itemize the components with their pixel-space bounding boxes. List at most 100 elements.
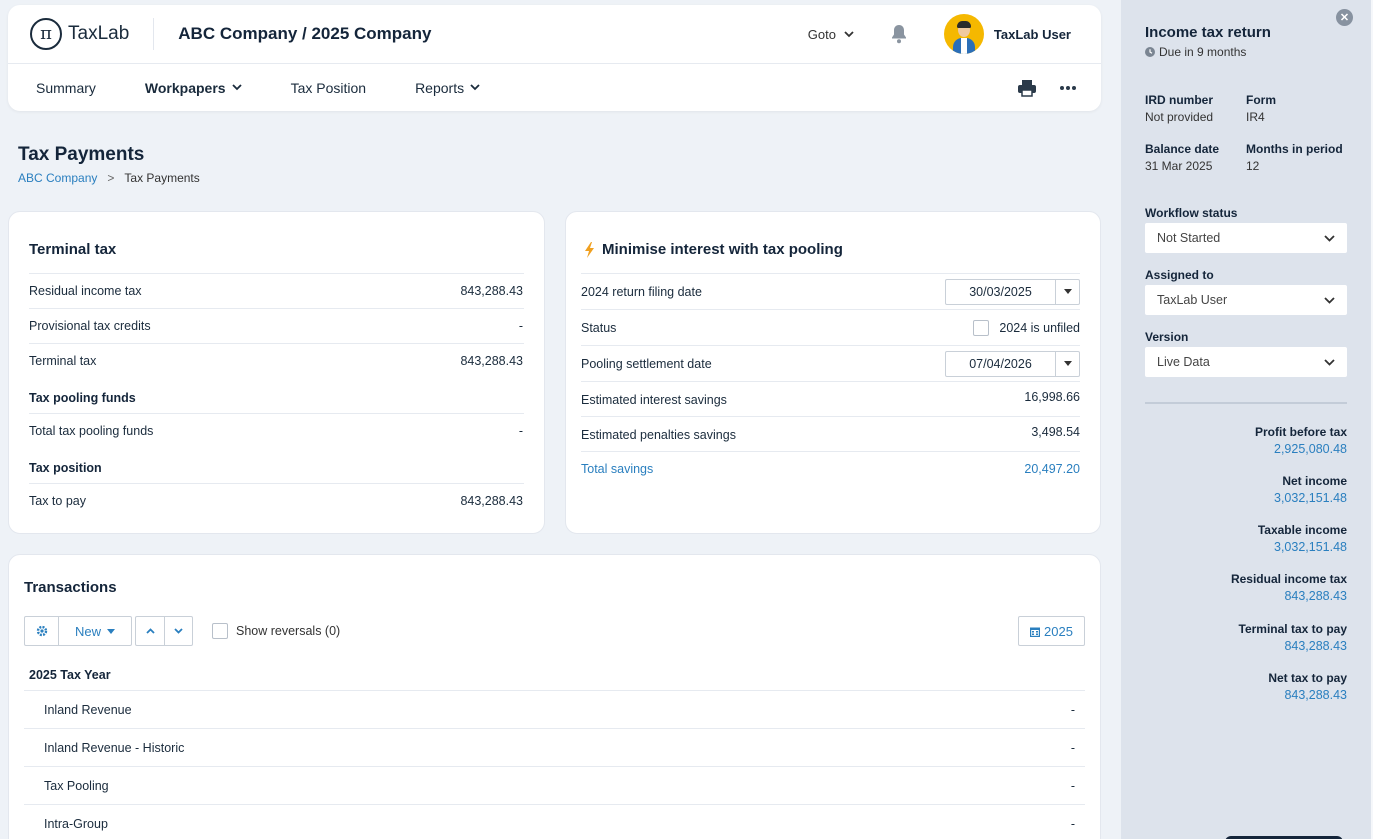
- version-label: Version: [1145, 330, 1189, 344]
- row-value: -: [1070, 740, 1075, 755]
- table-row[interactable]: Inland Revenue - Historic -: [24, 728, 1085, 766]
- row-value: -: [1070, 816, 1075, 831]
- metric-label: Profit before tax: [1254, 425, 1347, 439]
- ird-value: Not provided: [1145, 110, 1214, 124]
- logo-text: TaxLab: [68, 23, 130, 44]
- row-label: Inland Revenue: [44, 702, 132, 717]
- header-top-bar: π TaxLab ABC Company / 2025 Company Goto…: [8, 5, 1101, 64]
- nav-tax-position[interactable]: Tax Position: [291, 80, 366, 96]
- tax-year-button[interactable]: 2025: [1018, 616, 1085, 646]
- metric-value[interactable]: 3,032,151.48: [1145, 491, 1347, 505]
- breadcrumb-root-link[interactable]: ABC Company: [18, 171, 97, 185]
- due-indicator: Due in 9 months: [1145, 45, 1246, 59]
- workflow-label: Workflow status: [1145, 206, 1238, 220]
- nav-workpapers-label: Workpapers: [144, 79, 226, 96]
- calendar-icon: [1030, 627, 1041, 637]
- row-label: Total tax pooling funds: [29, 424, 154, 438]
- metric-taxable-income: Taxable income 3,032,151.48: [1145, 523, 1347, 572]
- row-value: -: [518, 424, 523, 438]
- metric-value[interactable]: 843,288.43: [1145, 688, 1347, 702]
- workflow-status-field: Workflow status Not Started: [1145, 206, 1347, 253]
- balance-date-field: Balance date 31 Mar 2025: [1145, 142, 1219, 173]
- user-name[interactable]: TaxLab User: [994, 27, 1071, 42]
- ird-label: IRD number: [1145, 93, 1214, 107]
- assigned-to-select[interactable]: TaxLab User: [1145, 285, 1347, 315]
- assigned-to-field: Assigned to TaxLab User: [1145, 268, 1347, 315]
- row-label: Tax Pooling: [44, 778, 109, 793]
- new-button-label: New: [74, 623, 101, 639]
- company-title: ABC Company / 2025 Company: [178, 24, 432, 43]
- move-up-button[interactable]: [136, 617, 164, 645]
- workflow-value: Not Started: [1157, 231, 1221, 245]
- chevron-down-icon: [844, 30, 854, 37]
- workflow-status-select[interactable]: Not Started: [1145, 223, 1347, 253]
- nav-reports[interactable]: Reports: [415, 80, 480, 96]
- caret-down-icon[interactable]: [1055, 351, 1079, 376]
- row-label: Tax to pay: [29, 494, 86, 508]
- unfiled-checkbox[interactable]: [973, 319, 990, 336]
- caret-down-icon[interactable]: [1055, 279, 1079, 304]
- table-row[interactable]: Tax Pooling -: [24, 766, 1085, 804]
- filing-date-label: 2024 return filing date: [581, 284, 702, 299]
- more-options-icon[interactable]: [1059, 85, 1077, 91]
- balance-date-value: 31 Mar 2025: [1145, 159, 1213, 173]
- new-transaction-button[interactable]: New: [58, 617, 131, 645]
- terminal-tax-title: Terminal tax: [29, 241, 117, 258]
- nav-summary[interactable]: Summary: [36, 80, 96, 96]
- settlement-date-row: Pooling settlement date 07/04/2026: [581, 345, 1080, 381]
- months-value: 12: [1246, 159, 1260, 173]
- caret-down-icon: [107, 628, 115, 634]
- form-label: Form: [1246, 93, 1276, 107]
- chevron-down-icon: [1324, 296, 1335, 304]
- move-down-button[interactable]: [164, 617, 192, 645]
- close-icon[interactable]: ✕: [1336, 9, 1353, 26]
- ird-number-field: IRD number Not provided: [1145, 93, 1213, 124]
- row-value: 843,288.43: [460, 494, 523, 508]
- table-row[interactable]: Intra-Group -: [24, 804, 1085, 839]
- taxlab-logo[interactable]: π TaxLab: [30, 18, 155, 50]
- metric-value[interactable]: 843,288.43: [1145, 639, 1347, 653]
- metric-profit-before-tax: Profit before tax 2,925,080.48: [1145, 425, 1347, 474]
- metric-net-tax-to-pay: Net tax to pay 843,288.43: [1145, 671, 1347, 720]
- interest-savings-label: Estimated interest savings: [581, 393, 727, 407]
- main-nav: Summary Workpapers Tax Position Reports: [8, 64, 1101, 111]
- tax-pooling-funds-heading: Tax pooling funds: [29, 391, 136, 405]
- tax-position-heading: Tax position: [29, 461, 102, 475]
- print-icon[interactable]: [1017, 79, 1037, 97]
- bell-icon[interactable]: [888, 23, 910, 45]
- row-label: Intra-Group: [44, 816, 108, 831]
- avatar[interactable]: [943, 14, 984, 54]
- goto-dropdown[interactable]: Goto: [808, 27, 854, 42]
- form-field: Form IR4: [1246, 93, 1276, 124]
- side-panel-title: Income tax return: [1145, 24, 1271, 41]
- chevron-up-icon: [145, 628, 155, 634]
- show-reversals-checkbox[interactable]: [212, 623, 228, 639]
- return-side-panel: ✕ Income tax return Due in 9 months IRD …: [1121, 0, 1371, 839]
- nav-workpapers[interactable]: Workpapers: [145, 80, 242, 96]
- assigned-label: Assigned to: [1145, 268, 1214, 282]
- table-row[interactable]: Inland Revenue -: [24, 690, 1085, 728]
- metric-label: Net income: [1282, 474, 1347, 488]
- terminal-row: Terminal tax 843,288.43: [29, 343, 524, 378]
- unfiled-checkbox-label: 2024 is unfiled: [999, 320, 1080, 335]
- metric-value[interactable]: 3,032,151.48: [1145, 540, 1347, 554]
- transactions-title: Transactions: [24, 579, 117, 596]
- settlement-date-input[interactable]: 07/04/2026: [945, 350, 1080, 377]
- metric-value[interactable]: 2,925,080.48: [1145, 442, 1347, 456]
- form-value: IR4: [1246, 110, 1265, 124]
- filing-date-input[interactable]: 30/03/2025: [945, 278, 1080, 305]
- total-savings-label[interactable]: Total savings: [581, 462, 653, 476]
- metric-value[interactable]: 843,288.43: [1145, 589, 1347, 603]
- version-select[interactable]: Live Data: [1145, 347, 1347, 377]
- tax-pooling-card: Minimise interest with tax pooling 2024 …: [565, 211, 1101, 534]
- total-savings-row: Total savings 20,497.20: [581, 451, 1080, 486]
- months-label: Months in period: [1246, 142, 1343, 156]
- row-value: -: [1070, 702, 1075, 717]
- metric-label: Taxable income: [1257, 523, 1347, 537]
- penalties-savings-value: 3,498.54: [1031, 425, 1080, 439]
- nav-reports-label: Reports: [415, 79, 465, 96]
- sort-button-group: [135, 616, 193, 646]
- settings-gear-icon[interactable]: [25, 617, 58, 645]
- terminal-tax-card: Terminal tax Residual income tax 843,288…: [8, 211, 545, 534]
- breadcrumb: ABC Company > Tax Payments: [18, 171, 200, 185]
